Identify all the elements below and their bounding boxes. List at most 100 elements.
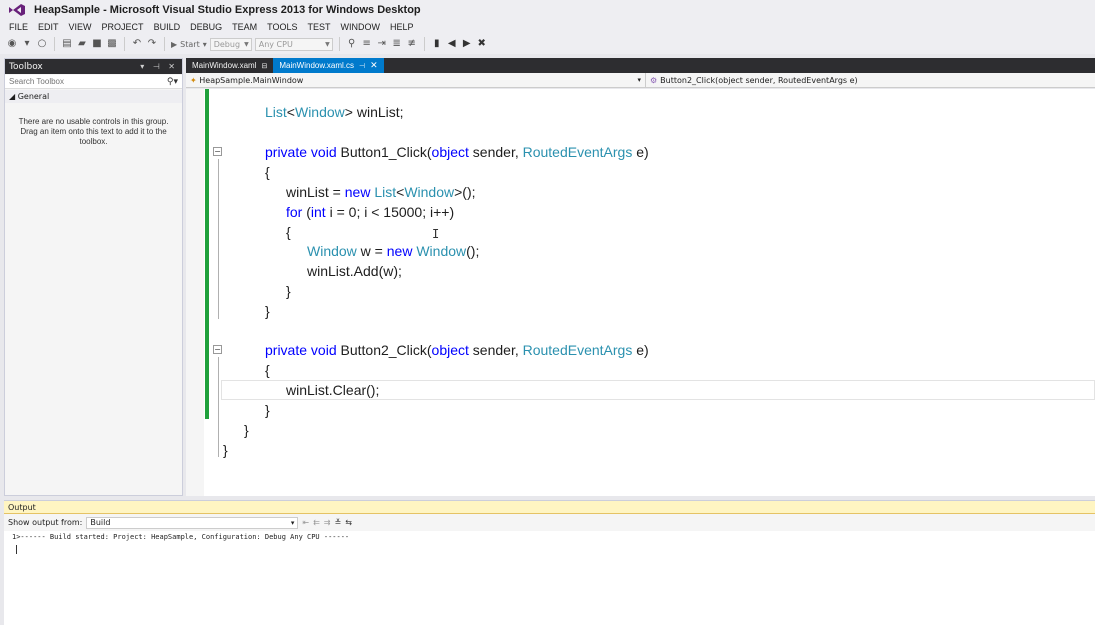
menu-edit[interactable]: EDIT bbox=[33, 22, 64, 32]
toolbar-separator bbox=[338, 37, 340, 51]
code-text: e) bbox=[632, 144, 649, 160]
document-tabs: MainWindow.xaml ⊟ MainWindow.xaml.cs ⊣ ✕ bbox=[186, 58, 1095, 73]
code-text: ( bbox=[302, 204, 311, 220]
save-icon[interactable]: ■ bbox=[91, 38, 103, 50]
preview-icon[interactable]: ⊟ bbox=[261, 62, 267, 70]
toolbox-search: ⚲▾ bbox=[5, 75, 182, 89]
output-source-value: Build bbox=[90, 518, 111, 527]
new-project-icon[interactable]: ▤ bbox=[61, 38, 73, 50]
bookmark-next-icon[interactable]: ▶ bbox=[461, 38, 473, 50]
keyword-token: void bbox=[310, 144, 337, 160]
menu-window[interactable]: WINDOW bbox=[335, 22, 385, 32]
code-line-3: { bbox=[265, 164, 270, 180]
indent-icon[interactable]: ⇥ bbox=[376, 38, 388, 50]
close-icon[interactable]: ✕ bbox=[370, 60, 378, 71]
menu-team[interactable]: TEAM bbox=[227, 22, 262, 32]
chevron-down-icon: ▾ bbox=[202, 39, 207, 49]
type-token: Window bbox=[307, 243, 357, 259]
type-name: HeapSample.MainWindow bbox=[199, 75, 304, 85]
toolbox-title: Toolbox bbox=[9, 61, 43, 72]
next-message-icon[interactable]: ⇉ bbox=[324, 518, 331, 527]
menu-debug[interactable]: DEBUG bbox=[185, 22, 227, 32]
code-text: (); bbox=[466, 243, 480, 259]
window-title: HeapSample - Microsoft Visual Studio Exp… bbox=[34, 4, 421, 16]
code-line-11: private void Button2_Click(object sender… bbox=[265, 341, 649, 359]
bookmark-prev-icon[interactable]: ◀ bbox=[446, 38, 458, 50]
tab-mainwindow-xaml[interactable]: MainWindow.xaml ⊟ bbox=[186, 58, 273, 73]
type-token: RoutedEventArgs bbox=[522, 144, 633, 160]
align-left-icon[interactable]: ≡ bbox=[361, 38, 373, 50]
configuration-select[interactable]: Debug ▼ bbox=[209, 37, 252, 51]
toolbar-separator bbox=[423, 37, 425, 51]
toolbar-separator bbox=[54, 37, 55, 51]
standard-toolbar: ◉ ▾ ○ ▤ ▰ ■ ▩ ↶ ↷ ▶ Start ▾ Debug ▼ Any … bbox=[0, 34, 1095, 54]
tab-mainwindow-xaml-cs[interactable]: MainWindow.xaml.cs ⊣ ✕ bbox=[273, 58, 384, 73]
uncomment-icon[interactable]: ≢ bbox=[406, 38, 418, 50]
dropdown-icon[interactable]: ▾ bbox=[21, 38, 33, 50]
collapse-icon[interactable]: − bbox=[213, 147, 222, 156]
open-file-icon[interactable]: ▰ bbox=[76, 38, 88, 50]
back-icon[interactable]: ◉ bbox=[6, 38, 18, 50]
type-dropdown[interactable]: ✦ HeapSample.MainWindow ▾ bbox=[186, 72, 646, 88]
output-toolbar: Show output from: Build ▾ ⇤ ⇇ ⇉ ≚ ⇆ bbox=[4, 514, 1095, 531]
bookmark-clear-icon[interactable]: ✖ bbox=[476, 38, 488, 50]
code-text: winList = bbox=[286, 184, 345, 200]
platform-value: Any CPU bbox=[258, 39, 293, 49]
toolbox-group-general[interactable]: ◢ General bbox=[5, 90, 182, 103]
menu-help[interactable]: HELP bbox=[385, 22, 419, 32]
collapse-icon[interactable]: − bbox=[213, 345, 222, 354]
attach-icon[interactable]: ⚲ bbox=[346, 38, 358, 50]
code-line-13: winList.Clear(); bbox=[286, 382, 380, 398]
tab-label: MainWindow.xaml bbox=[192, 61, 257, 70]
type-token: List bbox=[265, 104, 287, 120]
output-panel: Output Show output from: Build ▾ ⇤ ⇇ ⇉ ≚… bbox=[4, 500, 1095, 625]
prev-message-icon[interactable]: ⇇ bbox=[313, 518, 320, 527]
menu-file[interactable]: FILE bbox=[4, 22, 33, 32]
menu-build[interactable]: BUILD bbox=[149, 22, 186, 32]
word-wrap-icon[interactable]: ⇆ bbox=[345, 518, 352, 527]
search-icon[interactable]: ⚲▾ bbox=[167, 77, 178, 87]
code-editor[interactable]: − − List<Window> winList; private void B… bbox=[186, 89, 1095, 496]
output-log[interactable]: 1>------ Build started: Project: HeapSam… bbox=[4, 531, 1095, 543]
undo-icon[interactable]: ↶ bbox=[131, 38, 143, 50]
forward-icon[interactable]: ○ bbox=[36, 38, 48, 50]
redo-icon[interactable]: ↷ bbox=[146, 38, 158, 50]
member-dropdown[interactable]: ⚙ Button2_Click(object sender, RoutedEve… bbox=[646, 76, 862, 85]
menu-project[interactable]: PROJECT bbox=[97, 22, 149, 32]
output-source-select[interactable]: Build ▾ bbox=[86, 516, 299, 529]
code-line-10: } bbox=[265, 303, 270, 319]
code-line-16: } bbox=[223, 442, 228, 458]
clear-all-icon[interactable]: ≚ bbox=[334, 518, 341, 527]
code-line-1: List<Window> winList; bbox=[265, 104, 404, 120]
keyword-token: void bbox=[310, 342, 337, 358]
save-all-icon[interactable]: ▩ bbox=[106, 38, 118, 50]
code-line-6: { bbox=[286, 224, 291, 240]
code-text: i = 0; i < 15000; i++) bbox=[325, 204, 455, 220]
code-line-15: } bbox=[244, 422, 249, 438]
chevron-down-icon: ▾ bbox=[290, 518, 295, 527]
toolbox-panel: Toolbox ▾ ⊣ ✕ ⚲▾ ◢ General There are no … bbox=[4, 58, 183, 496]
code-line-4: winList = new List<Window>(); bbox=[286, 184, 476, 200]
pin-icon[interactable]: ⊣ bbox=[359, 62, 365, 70]
visual-studio-logo-icon bbox=[9, 4, 25, 16]
panel-controls[interactable]: ▾ ⊣ ✕ bbox=[140, 62, 178, 71]
platform-select[interactable]: Any CPU ▼ bbox=[254, 37, 333, 51]
toolbox-search-input[interactable] bbox=[9, 77, 149, 86]
keyword-token: for bbox=[286, 204, 303, 220]
comment-icon[interactable]: ≣ bbox=[391, 38, 403, 50]
keyword-token: new bbox=[386, 243, 413, 259]
text-caret bbox=[16, 545, 17, 554]
editor-margin bbox=[186, 89, 204, 496]
code-line-2: private void Button1_Click(object sender… bbox=[265, 143, 649, 161]
menu-view[interactable]: VIEW bbox=[64, 22, 97, 32]
menu-test[interactable]: TEST bbox=[302, 22, 335, 32]
code-line-5: for (int i = 0; i < 15000; i++) bbox=[286, 203, 454, 221]
chevron-down-icon: ▼ bbox=[244, 40, 249, 48]
menu-tools[interactable]: TOOLS bbox=[262, 22, 302, 32]
bookmark-icon[interactable]: ▮ bbox=[431, 38, 443, 50]
play-icon: ▶ bbox=[171, 39, 178, 49]
menu-bar: FILE EDIT VIEW PROJECT BUILD DEBUG TEAM … bbox=[0, 20, 1095, 34]
find-message-icon[interactable]: ⇤ bbox=[302, 518, 309, 527]
start-button[interactable]: ▶ Start ▾ bbox=[171, 40, 207, 49]
toolbar-separator bbox=[124, 37, 125, 51]
